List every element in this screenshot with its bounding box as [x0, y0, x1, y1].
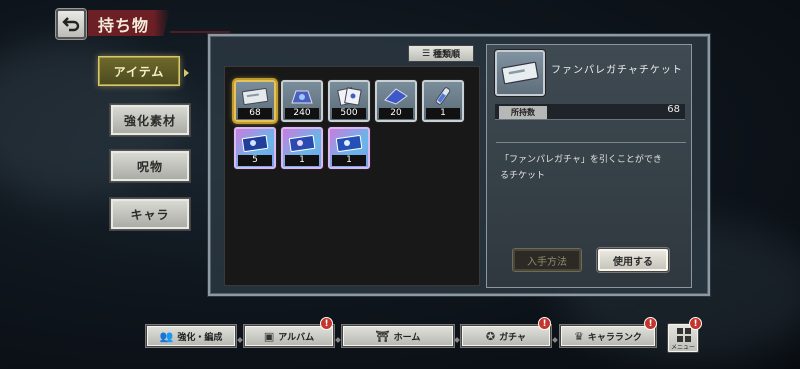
gem-pouch-icon: [291, 90, 313, 104]
item-slot-gem-pouch[interactable]: 240: [281, 80, 323, 122]
item-count: 1: [285, 155, 319, 166]
vial-icon: [435, 87, 451, 105]
use-button[interactable]: 使用する: [597, 248, 669, 272]
nav-label: 強化・編成: [177, 332, 223, 343]
item-count: 20: [379, 108, 413, 119]
description-divider: [496, 142, 686, 143]
rare-ticket-icon: [288, 135, 316, 152]
item-count: 240: [285, 108, 319, 119]
item-description: 「ファンパレガチャ」を引くことができ るチケット: [500, 152, 686, 184]
description-line: るチケット: [500, 171, 546, 181]
album-icon: ▣: [263, 329, 275, 343]
home-icon: ⛩: [375, 329, 390, 343]
nav-label: キャラランク: [587, 332, 642, 343]
back-button[interactable]: [56, 9, 86, 39]
page-title-banner: 持ち物: [88, 10, 170, 36]
nav-label: アルバム: [278, 332, 315, 343]
nav-character-rank[interactable]: ♛ キャラランク: [560, 325, 656, 347]
detail-item-name: ファンパレガチャチケット: [551, 65, 683, 76]
ticket-icon: [241, 88, 269, 105]
tab-cursed-objects[interactable]: 呪物: [110, 150, 190, 182]
item-slot-ticket[interactable]: 68: [234, 80, 276, 122]
nav-gacha[interactable]: ✪ ガチャ: [461, 325, 551, 347]
page-title: 持ち物: [98, 16, 150, 35]
sort-icon: ☰: [421, 48, 430, 59]
rare-ticket-icon: [335, 135, 363, 152]
alert-badge: !: [644, 317, 657, 330]
item-slot-blue-scroll[interactable]: 20: [375, 80, 417, 122]
team-icon: 👥: [159, 329, 174, 343]
tab-characters[interactable]: キャラ: [110, 198, 190, 230]
alert-badge: !: [538, 317, 551, 330]
nav-label: ホーム: [393, 332, 421, 343]
menu-grid-icon: [677, 328, 691, 342]
menu-label: メニュー: [670, 344, 695, 351]
title-underline: [170, 31, 230, 33]
description-line: 「ファンパレガチャ」を引くことができ: [500, 155, 662, 165]
owned-count-label: 所持数: [499, 106, 547, 119]
item-slot-rare-ticket[interactable]: 5: [234, 127, 276, 169]
ticket-icon: [501, 61, 539, 85]
sort-label: 種類順: [433, 50, 461, 60]
tab-enhance-materials[interactable]: 強化素材: [110, 104, 190, 136]
owned-count-value: 68: [667, 104, 680, 115]
item-slot-rare-ticket[interactable]: 1: [328, 127, 370, 169]
blue-scroll-icon: [384, 88, 408, 105]
nav-separator: [454, 337, 460, 343]
gacha-icon: ✪: [485, 329, 496, 343]
tab-items[interactable]: アイテム: [98, 56, 180, 86]
item-slot-cards[interactable]: 500: [328, 80, 370, 122]
sort-button[interactable]: ☰ 種類順: [408, 45, 474, 62]
return-arrow-icon: [62, 17, 80, 32]
rare-ticket-icon: [241, 135, 269, 152]
active-tab-arrow-icon: [184, 69, 189, 77]
detail-item-image: [495, 50, 545, 96]
nav-separator: [335, 337, 341, 343]
item-count: 68: [238, 108, 272, 119]
alert-badge: !: [689, 317, 702, 330]
nav-home[interactable]: ⛩ ホーム: [342, 325, 454, 347]
item-slot-vial[interactable]: 1: [422, 80, 464, 122]
item-count: 1: [332, 155, 366, 166]
rank-icon: ♛: [574, 329, 584, 343]
cards-icon: [337, 87, 362, 106]
obtain-method-button[interactable]: 入手方法: [512, 248, 582, 272]
item-slot-rare-ticket[interactable]: 1: [281, 127, 323, 169]
item-count: 5: [238, 155, 272, 166]
item-count: 1: [426, 108, 460, 119]
nav-album[interactable]: ▣ アルバム: [244, 325, 334, 347]
nav-separator: [237, 337, 243, 343]
item-count: 500: [332, 108, 366, 119]
nav-label: ガチャ: [499, 332, 527, 343]
nav-separator: [552, 337, 558, 343]
alert-badge: !: [320, 317, 333, 330]
nav-enhance-team[interactable]: 👥 強化・編成: [146, 325, 236, 347]
